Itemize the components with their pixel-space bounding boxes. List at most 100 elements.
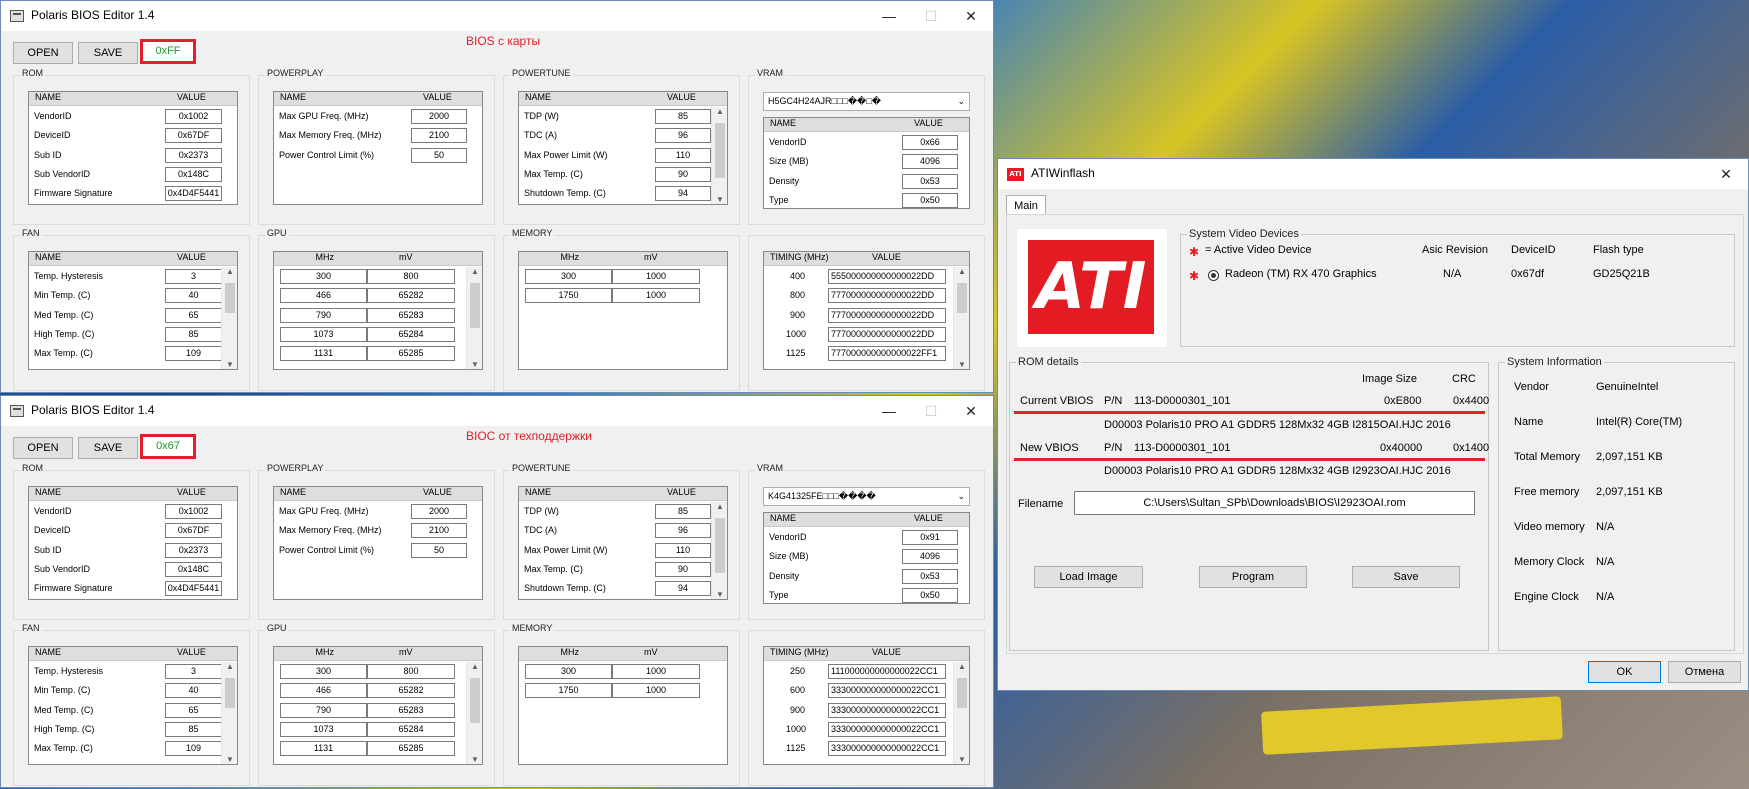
value-field[interactable]: 777000000000000022FF1 (828, 346, 946, 362)
save-button[interactable]: SAVE (78, 42, 138, 64)
vertical-scrollbar[interactable]: ▲ ▼ (711, 107, 727, 204)
chevron-down-icon[interactable]: ⌄ (957, 488, 965, 505)
value-field[interactable]: 333000000000000022CC1 (828, 702, 946, 718)
value-field[interactable]: 50 (411, 542, 467, 558)
scroll-down-icon[interactable]: ▼ (712, 195, 727, 204)
scroll-thumb[interactable] (715, 518, 725, 573)
value-field[interactable]: 90 (655, 166, 711, 182)
value-field[interactable]: 0x1002 (165, 504, 222, 519)
value-field[interactable]: 2000 (411, 504, 467, 519)
mhz-field[interactable]: 466 (280, 288, 367, 304)
vertical-scrollbar[interactable]: ▲ ▼ (221, 267, 237, 369)
scroll-down-icon[interactable]: ▼ (954, 755, 969, 764)
scroll-thumb[interactable] (715, 123, 725, 178)
value-field[interactable]: 333000000000000022CC1 (828, 741, 946, 757)
scroll-thumb[interactable] (957, 678, 967, 708)
value-field[interactable]: 65282 (367, 288, 455, 304)
value-field[interactable]: 94 (655, 581, 711, 597)
value-field[interactable]: 0x4D4F5441 (165, 186, 222, 202)
value-field[interactable]: 40 (165, 288, 222, 304)
value-field[interactable]: 0x1002 (165, 109, 222, 124)
scroll-down-icon[interactable]: ▼ (467, 755, 482, 764)
scroll-up-icon[interactable]: ▲ (222, 267, 237, 276)
vertical-scrollbar[interactable]: ▲ ▼ (221, 662, 237, 764)
load-image-button[interactable]: Load Image (1034, 566, 1143, 588)
value-field[interactable]: 65285 (367, 346, 455, 362)
value-field[interactable]: 65 (165, 702, 222, 718)
value-field[interactable]: 65284 (367, 721, 455, 737)
value-field[interactable]: 65283 (367, 702, 455, 718)
value-field[interactable]: 85 (655, 109, 711, 124)
value-field[interactable]: 94 (655, 186, 711, 202)
value-field[interactable]: 110 (655, 542, 711, 558)
value-field[interactable]: 1000 (612, 269, 700, 284)
close-icon[interactable]: ✕ (951, 3, 991, 29)
value-field[interactable]: 0x53 (902, 568, 958, 584)
mhz-field[interactable]: 1073 (280, 721, 367, 737)
value-field[interactable]: 65284 (367, 326, 455, 342)
value-field[interactable]: 65282 (367, 683, 455, 699)
scroll-up-icon[interactable]: ▲ (467, 267, 482, 276)
value-field[interactable]: 3 (165, 664, 222, 679)
tab-main[interactable]: Main (1006, 195, 1046, 215)
maximize-icon[interactable]: ☐ (911, 3, 951, 29)
value-field[interactable]: 4096 (902, 154, 958, 170)
value-field[interactable]: 0x2373 (165, 147, 222, 163)
scroll-thumb[interactable] (225, 678, 235, 708)
device-radio[interactable] (1208, 270, 1219, 281)
vertical-scrollbar[interactable]: ▲ ▼ (953, 267, 969, 369)
scroll-up-icon[interactable]: ▲ (712, 107, 727, 116)
close-icon[interactable]: ✕ (1706, 161, 1746, 187)
scroll-up-icon[interactable]: ▲ (467, 662, 482, 671)
checksum-field[interactable]: 0xFF (140, 39, 196, 64)
scroll-thumb[interactable] (957, 283, 967, 313)
device-name[interactable]: Radeon (TM) RX 470 Graphics (1225, 268, 1377, 280)
value-field[interactable]: 96 (655, 128, 711, 144)
ok-button[interactable]: OK (1588, 661, 1661, 683)
value-field[interactable]: 777000000000000022DD (828, 326, 946, 342)
value-field[interactable]: 109 (165, 346, 222, 362)
vram-dropdown[interactable]: H5GC4H24AJR□□□��□� ⌄ (763, 92, 970, 111)
close-icon[interactable]: ✕ (951, 398, 991, 424)
value-field[interactable]: 85 (655, 504, 711, 519)
value-field[interactable]: 65 (165, 307, 222, 323)
minimize-icon[interactable]: — (869, 3, 909, 29)
value-field[interactable]: 0x148C (165, 166, 222, 182)
checksum-field[interactable]: 0x67 (140, 434, 196, 459)
scroll-down-icon[interactable]: ▼ (222, 755, 237, 764)
value-field[interactable]: 0x50 (902, 192, 958, 208)
maximize-icon[interactable]: ☐ (911, 398, 951, 424)
scroll-up-icon[interactable]: ▲ (954, 267, 969, 276)
vertical-scrollbar[interactable]: ▲ ▼ (466, 267, 482, 369)
scroll-up-icon[interactable]: ▲ (222, 662, 237, 671)
value-field[interactable]: 0x91 (902, 530, 958, 545)
mhz-field[interactable]: 1750 (525, 683, 612, 699)
value-field[interactable]: 65283 (367, 307, 455, 323)
value-field[interactable]: 110 (655, 147, 711, 163)
scroll-down-icon[interactable]: ▼ (222, 360, 237, 369)
value-field[interactable]: 96 (655, 523, 711, 539)
mhz-field[interactable]: 790 (280, 307, 367, 323)
value-field[interactable]: 65285 (367, 741, 455, 757)
value-field[interactable]: 90 (655, 561, 711, 577)
filename-field[interactable]: C:\Users\Sultan_SPb\Downloads\BIOS\I2923… (1074, 491, 1475, 515)
value-field[interactable]: 2100 (411, 523, 467, 539)
scroll-thumb[interactable] (470, 283, 480, 328)
scroll-down-icon[interactable]: ▼ (467, 360, 482, 369)
value-field[interactable]: 333000000000000022CC1 (828, 721, 946, 737)
scroll-down-icon[interactable]: ▼ (712, 590, 727, 599)
mhz-field[interactable]: 300 (525, 269, 612, 284)
value-field[interactable]: 800 (367, 664, 455, 679)
value-field[interactable]: 0x53 (902, 173, 958, 189)
value-field[interactable]: 777000000000000022DD (828, 288, 946, 304)
value-field[interactable]: 0x4D4F5441 (165, 581, 222, 597)
value-field[interactable]: 0x66 (902, 135, 958, 150)
value-field[interactable]: 85 (165, 326, 222, 342)
value-field[interactable]: 0x148C (165, 561, 222, 577)
value-field[interactable]: 800 (367, 269, 455, 284)
value-field[interactable]: 109 (165, 741, 222, 757)
mhz-field[interactable]: 1073 (280, 326, 367, 342)
mhz-field[interactable]: 1750 (525, 288, 612, 304)
value-field[interactable]: 1000 (612, 288, 700, 304)
mhz-field[interactable]: 300 (280, 664, 367, 679)
